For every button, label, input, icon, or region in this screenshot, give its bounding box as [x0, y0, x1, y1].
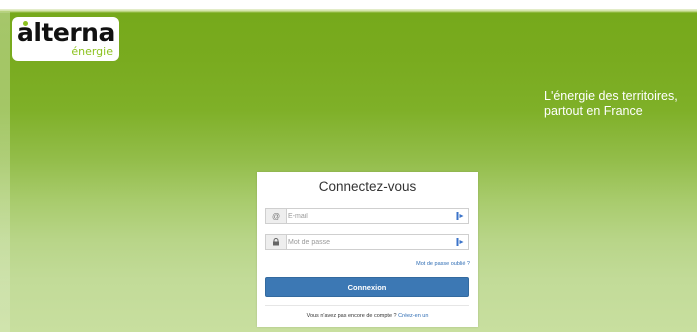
email-field: @ [265, 208, 469, 224]
email-input[interactable] [288, 209, 448, 223]
tagline-line-1: L'énergie des territoires, [544, 89, 678, 103]
at-icon: @ [266, 209, 287, 223]
password-manager-icon[interactable] [456, 211, 465, 221]
password-field [265, 234, 469, 250]
hero-tagline: L'énergie des territoires, partout en Fr… [544, 89, 697, 119]
hero-left-strip [0, 12, 10, 332]
login-title: Connectez-vous [318, 179, 417, 194]
lock-icon [266, 235, 287, 249]
card-divider [265, 305, 469, 306]
logo-brand-text: alterna [17, 18, 115, 47]
signup-prompt: Vous n'avez pas encore de compte ? Créez… [257, 313, 478, 320]
brand-logo[interactable]: alterna énergie [12, 17, 119, 61]
logo-sub-text: énergie [71, 45, 113, 58]
signup-text: Vous n'avez pas encore de compte ? [306, 313, 397, 319]
login-button[interactable]: Connexion [265, 277, 469, 297]
tagline-line-2: partout en France [544, 104, 643, 118]
forgot-password-link[interactable]: Mot de passe oublié ? [416, 261, 470, 268]
logo-dot [23, 21, 28, 26]
password-manager-icon[interactable] [456, 237, 465, 247]
password-input[interactable] [288, 235, 448, 249]
login-card: Connectez-vous @ Mot de passe oublié ? C… [257, 172, 478, 327]
signup-link[interactable]: Créez-en un [398, 313, 428, 319]
